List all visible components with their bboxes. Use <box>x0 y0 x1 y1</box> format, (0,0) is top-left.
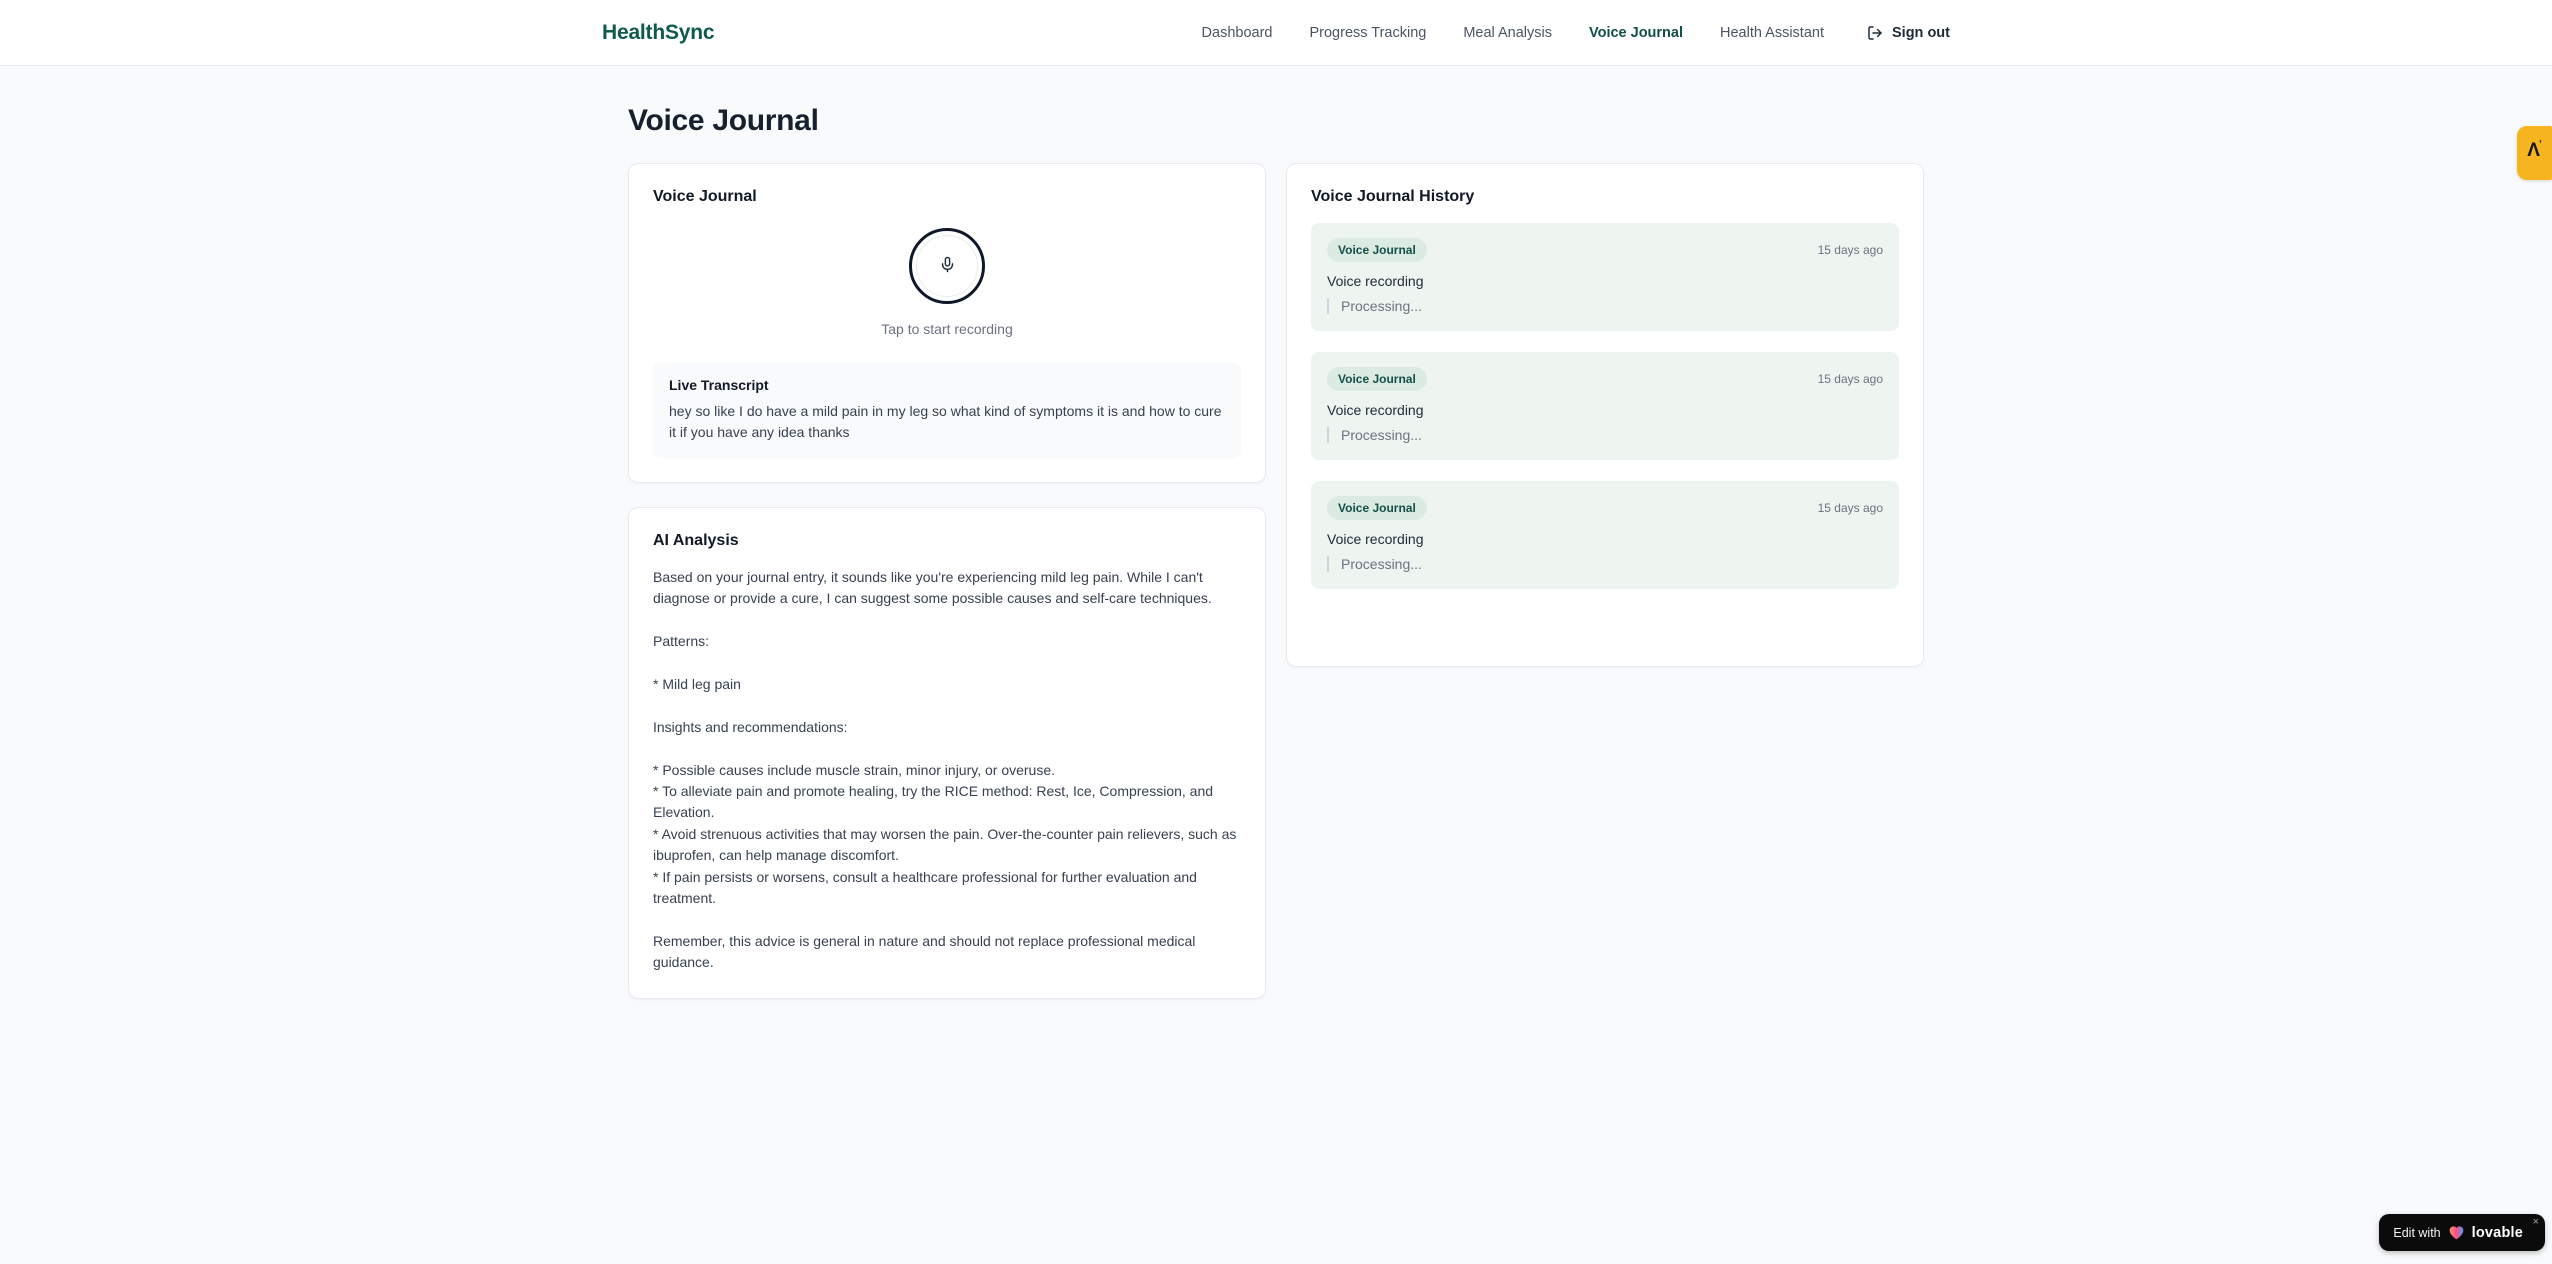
entry-type-badge: Voice Journal <box>1327 238 1427 262</box>
entry-type-badge: Voice Journal <box>1327 496 1427 520</box>
nav-item-meal-analysis[interactable]: Meal Analysis <box>1463 25 1552 41</box>
record-button[interactable] <box>909 228 985 304</box>
tap-to-record-hint: Tap to start recording <box>881 321 1013 337</box>
close-icon[interactable]: × <box>2533 1217 2539 1228</box>
microphone-icon <box>939 256 956 276</box>
main-nav: Dashboard Progress Tracking Meal Analysi… <box>1202 25 1950 41</box>
app-logo[interactable]: HealthSync <box>602 21 715 45</box>
history-entry[interactable]: Voice Journal 15 days ago Voice recordin… <box>1311 481 1899 589</box>
entry-timestamp: 15 days ago <box>1817 372 1883 386</box>
history-card-title: Voice Journal History <box>1311 188 1475 205</box>
voice-recorder-card: Voice Journal Tap to start recording Liv… <box>628 163 1266 483</box>
entry-summary: Voice recording <box>1327 402 1424 418</box>
lovable-badge-prefix: Edit with <box>2393 1225 2441 1240</box>
lovable-brand-label: lovable <box>2471 1224 2523 1241</box>
entry-type-badge: Voice Journal <box>1327 367 1427 391</box>
recorder-card-title: Voice Journal <box>653 188 757 205</box>
ai-analysis-card: AI Analysis Based on your journal entry,… <box>628 507 1266 999</box>
page-title: Voice Journal <box>628 104 819 137</box>
ai-analysis-text: Based on your journal entry, it sounds l… <box>653 569 1237 971</box>
live-transcript-title: Live Transcript <box>669 377 769 393</box>
voice-journal-history-card: Voice Journal History Voice Journal 15 d… <box>1286 163 1924 667</box>
live-transcript-text: hey so like I do have a mild pain in my … <box>669 403 1222 440</box>
history-entry[interactable]: Voice Journal 15 days ago Voice recordin… <box>1311 223 1899 331</box>
nav-item-dashboard[interactable]: Dashboard <box>1202 25 1273 41</box>
heart-icon <box>2448 1225 2465 1240</box>
ai-analysis-title: AI Analysis <box>653 532 739 549</box>
sign-out-button[interactable]: Sign out <box>1867 25 1950 41</box>
history-entry[interactable]: Voice Journal 15 days ago Voice recordin… <box>1311 352 1899 460</box>
logout-icon <box>1867 25 1883 41</box>
side-extension-badge[interactable]: Λ <box>2517 126 2552 180</box>
history-list: Voice Journal 15 days ago Voice recordin… <box>1311 223 1899 589</box>
main-content: Voice Journal Voice Journal Tap to start… <box>628 66 1924 999</box>
nav-item-progress-tracking[interactable]: Progress Tracking <box>1309 25 1426 41</box>
nav-item-health-assistant[interactable]: Health Assistant <box>1720 25 1824 41</box>
live-transcript-box: Live Transcript hey so like I do have a … <box>653 362 1241 458</box>
entry-status: Processing... <box>1327 556 1883 572</box>
entry-summary: Voice recording <box>1327 531 1424 547</box>
top-navbar: HealthSync Dashboard Progress Tracking M… <box>0 0 2552 66</box>
extension-logo-icon: Λ <box>2527 140 2541 160</box>
entry-timestamp: 15 days ago <box>1817 243 1883 257</box>
entry-status: Processing... <box>1327 427 1883 443</box>
entry-status: Processing... <box>1327 298 1883 314</box>
edit-with-lovable-badge[interactable]: Edit with lovable × <box>2379 1214 2545 1251</box>
entry-summary: Voice recording <box>1327 273 1424 289</box>
entry-timestamp: 15 days ago <box>1817 501 1883 515</box>
sign-out-label: Sign out <box>1892 24 1950 41</box>
nav-item-voice-journal[interactable]: Voice Journal <box>1589 25 1683 41</box>
